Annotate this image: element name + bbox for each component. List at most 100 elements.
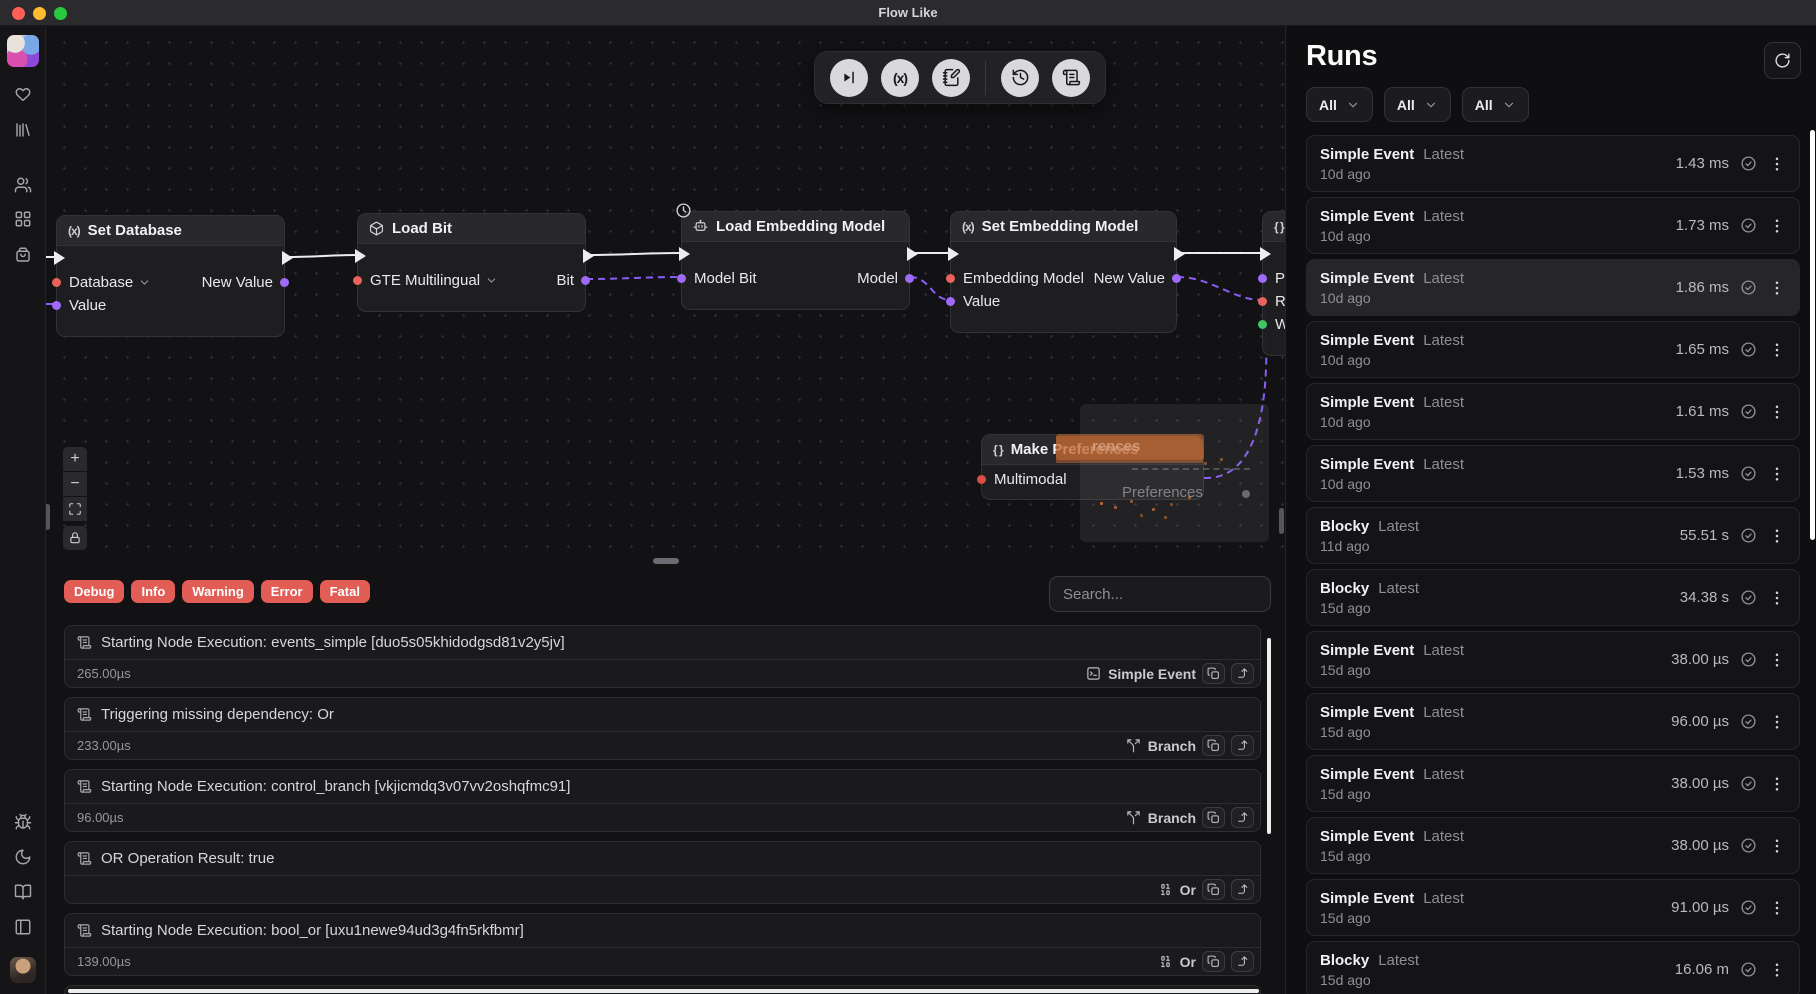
log-filter-fatal[interactable]: Fatal [320, 580, 370, 603]
zoom-in-button[interactable]: + [63, 447, 87, 471]
jump-to-node-button[interactable] [1231, 951, 1254, 972]
fit-view-button[interactable] [63, 497, 87, 521]
copy-log-button[interactable] [1202, 807, 1225, 828]
minimize-button[interactable] [33, 7, 46, 20]
kebab-menu-icon[interactable] [1768, 589, 1786, 607]
log-entry[interactable]: OR Operation Result: true Or [64, 841, 1261, 904]
input-pin[interactable] [946, 274, 955, 283]
exec-in-pin[interactable] [355, 249, 366, 263]
log-entry[interactable]: Starting Node Execution: bool_or [uxu1ne… [64, 913, 1261, 976]
sidebar-item-store[interactable] [10, 242, 36, 268]
kebab-menu-icon[interactable] [1768, 465, 1786, 483]
zoom-button[interactable] [54, 7, 67, 20]
kebab-menu-icon[interactable] [1768, 837, 1786, 855]
run-row[interactable]: Blocky Latest 11d ago 55.51 s [1306, 507, 1800, 564]
jump-to-node-button[interactable] [1231, 807, 1254, 828]
kebab-menu-icon[interactable] [1768, 775, 1786, 793]
divider-grip[interactable] [653, 558, 679, 564]
run-row[interactable]: Simple Event Latest 10d ago 1.43 ms [1306, 135, 1800, 192]
app-logo[interactable] [7, 35, 39, 67]
kebab-menu-icon[interactable] [1768, 403, 1786, 421]
output-pin[interactable] [280, 278, 289, 287]
output-pin[interactable] [581, 276, 590, 285]
runs-filter-dropdown-1[interactable]: All [1306, 87, 1373, 122]
log-panel-divider[interactable] [46, 556, 1285, 566]
log-entry[interactable]: Triggering missing dependency: Or 233.00… [64, 697, 1261, 760]
lock-canvas-button[interactable] [63, 526, 87, 550]
runs-filter-dropdown-2[interactable]: All [1384, 87, 1451, 122]
run-row[interactable]: Blocky Latest 15d ago 16.06 m [1306, 941, 1800, 994]
kebab-menu-icon[interactable] [1768, 279, 1786, 297]
sidebar-item-docs[interactable] [10, 879, 36, 905]
log-filter-info[interactable]: Info [131, 580, 175, 603]
input-pin[interactable] [677, 274, 686, 283]
log-filter-error[interactable]: Error [261, 580, 313, 603]
node-set-embedding-model[interactable]: (x)Set Embedding Model Embedding Model N… [950, 211, 1177, 333]
kebab-menu-icon[interactable] [1768, 155, 1786, 173]
node-load-bit[interactable]: Load Bit GTE Multilingual Bit [357, 213, 586, 312]
exec-in-pin[interactable] [1260, 247, 1271, 261]
jump-to-node-button[interactable] [1231, 879, 1254, 900]
copy-log-button[interactable] [1202, 951, 1225, 972]
logs-button[interactable] [1052, 59, 1090, 97]
output-pin[interactable] [1172, 274, 1181, 283]
node-header[interactable]: { } [1263, 212, 1285, 242]
variables-button[interactable]: (x) [881, 59, 919, 97]
exec-wire[interactable] [285, 255, 357, 257]
run-row[interactable]: Simple Event Latest 10d ago 1.53 ms [1306, 445, 1800, 502]
exec-out-pin[interactable] [583, 249, 594, 263]
input-pin[interactable] [353, 276, 362, 285]
run-row[interactable]: Simple Event Latest 15d ago 38.00 µs [1306, 817, 1800, 874]
exec-out-pin[interactable] [1174, 247, 1185, 261]
jump-to-node-button[interactable] [1231, 663, 1254, 684]
run-row[interactable]: Simple Event Latest 15d ago 38.00 µs [1306, 755, 1800, 812]
runs-scrollbar[interactable] [1810, 130, 1815, 540]
log-filter-warning[interactable]: Warning [182, 580, 254, 603]
sidebar-item-theme-toggle[interactable] [10, 844, 36, 870]
sidebar-item-favorites[interactable] [10, 81, 36, 107]
sidebar-item-library[interactable] [10, 117, 36, 143]
chevron-down-icon[interactable] [485, 274, 498, 287]
copy-log-button[interactable] [1202, 879, 1225, 900]
node-set-database[interactable]: (x)Set Database Database New Value Value [56, 215, 285, 337]
node-header[interactable]: (x)Set Embedding Model [951, 212, 1176, 242]
kebab-menu-icon[interactable] [1768, 217, 1786, 235]
jump-to-node-button[interactable] [1231, 735, 1254, 756]
kebab-menu-icon[interactable] [1768, 527, 1786, 545]
run-row[interactable]: Simple Event Latest 10d ago 1.61 ms [1306, 383, 1800, 440]
input-pin[interactable] [977, 475, 986, 484]
run-row[interactable]: Simple Event Latest 10d ago 1.86 ms [1306, 259, 1800, 316]
zoom-out-button[interactable]: − [63, 472, 87, 496]
input-pin[interactable] [946, 297, 955, 306]
run-row[interactable]: Simple Event Latest 10d ago 1.73 ms [1306, 197, 1800, 254]
node-load-embedding-model[interactable]: Load Embedding Model Model Bit Model [681, 211, 910, 310]
node-header[interactable]: (x)Set Database [57, 216, 284, 246]
exec-in-pin[interactable] [54, 251, 65, 265]
data-wire[interactable] [1177, 277, 1262, 300]
sidebar-item-toggle-panel[interactable] [10, 914, 36, 940]
kebab-menu-icon[interactable] [1768, 651, 1786, 669]
input-pin[interactable] [1258, 320, 1267, 329]
notes-button[interactable] [932, 59, 970, 97]
output-pin[interactable] [905, 274, 914, 283]
kebab-menu-icon[interactable] [1768, 961, 1786, 979]
runs-filter-dropdown-3[interactable]: All [1462, 87, 1529, 122]
log-scrollbar[interactable] [1267, 638, 1271, 834]
flow-canvas[interactable]: (x)Set Database Database New Value Value… [46, 26, 1285, 556]
input-pin[interactable] [52, 278, 61, 287]
history-button[interactable] [1001, 59, 1039, 97]
input-pin[interactable] [1258, 297, 1267, 306]
exec-in-pin[interactable] [948, 247, 959, 261]
exec-in-pin[interactable] [679, 247, 690, 261]
log-horizontal-scrollbar[interactable] [68, 989, 1259, 993]
kebab-menu-icon[interactable] [1768, 341, 1786, 359]
log-entry[interactable]: Starting Node Execution: events_simple [… [64, 625, 1261, 688]
run-flow-button[interactable] [830, 59, 868, 97]
node-header[interactable]: Load Bit [358, 214, 585, 244]
right-resize-grip[interactable] [1279, 508, 1284, 534]
sidebar-item-teams[interactable] [10, 172, 36, 198]
kebab-menu-icon[interactable] [1768, 899, 1786, 917]
run-row[interactable]: Blocky Latest 15d ago 34.38 s [1306, 569, 1800, 626]
run-row[interactable]: Simple Event Latest 15d ago 91.00 µs [1306, 879, 1800, 936]
chevron-down-icon[interactable] [138, 276, 151, 289]
